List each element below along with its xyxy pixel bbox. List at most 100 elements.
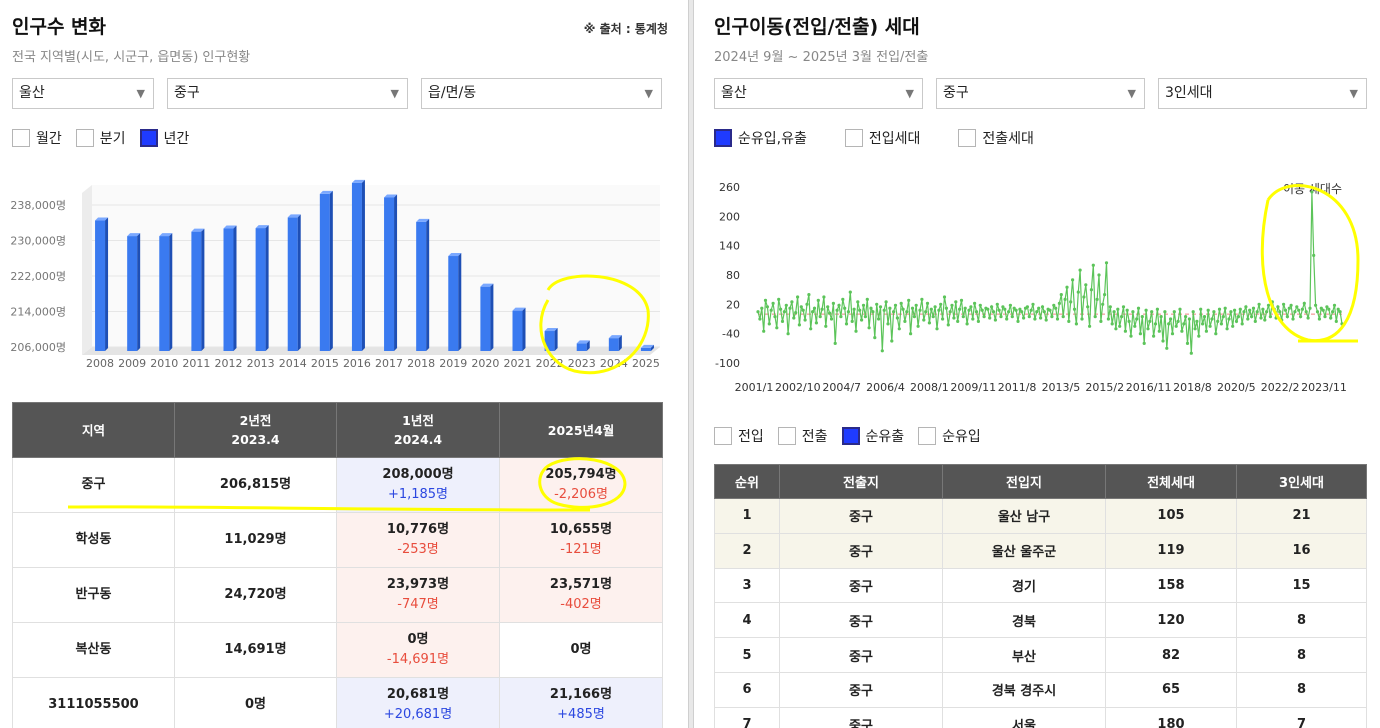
checkbox-box[interactable]: [958, 129, 977, 147]
data-point: [769, 308, 773, 312]
table-row[interactable]: 1 중구 울산 남구 105 21: [714, 498, 1367, 534]
province-select[interactable]: 울산 ▼: [12, 78, 154, 109]
bar-side: [394, 194, 398, 351]
data-point: [779, 307, 783, 311]
data-point: [1146, 327, 1150, 331]
x-tick-label: 2019: [439, 357, 467, 370]
yearly-checkbox[interactable]: 년간: [139, 128, 189, 148]
data-point: [1334, 319, 1338, 323]
data-point: [1206, 308, 1210, 312]
data-point: [1148, 319, 1152, 323]
data-point: [959, 298, 964, 302]
table-row[interactable]: 6 중구 경북 경주시 65 8: [714, 671, 1367, 708]
data-point: [1144, 308, 1148, 312]
data-point: [1112, 310, 1116, 314]
table-row[interactable]: 7 중구 서울 180 7: [714, 706, 1367, 728]
data-point: [1069, 300, 1073, 304]
data-point: [946, 323, 950, 327]
table-row[interactable]: 3 중구 경기 158 15: [714, 567, 1367, 604]
checkbox-box[interactable]: [777, 427, 796, 445]
panel-divider[interactable]: [688, 0, 694, 728]
in-household-checkbox[interactable]: 전입세대: [844, 128, 921, 148]
header-line-1: 1년전: [402, 413, 434, 428]
checkbox-label: 순유출: [865, 429, 905, 445]
checkbox-box[interactable]: [75, 129, 94, 147]
checkbox-box[interactable]: [844, 129, 863, 147]
net-flow-checkbox[interactable]: 순유입,유출: [714, 128, 807, 148]
x-tick-label: 2022: [536, 357, 564, 370]
data-point: [1042, 310, 1046, 314]
data-point: [1172, 310, 1176, 314]
total-households-cell: 180: [1105, 706, 1237, 728]
header-line-2: 2023.4: [231, 432, 280, 447]
bar: [544, 331, 555, 351]
district-select[interactable]: 중구 ▼: [936, 78, 1145, 109]
data-point: [1329, 316, 1333, 320]
one-year-cell: 0명 -14,691명: [336, 622, 500, 678]
data-point: [991, 310, 996, 314]
data-point: [995, 302, 999, 306]
data-point: [1174, 324, 1178, 328]
x-tick-label: 2015/2: [1085, 381, 1124, 394]
data-point: [852, 307, 856, 311]
table-row[interactable]: 2 중구 울산 울주군 119 16: [714, 532, 1367, 569]
household-type-select[interactable]: 3인세대 ▼: [1158, 78, 1367, 109]
checkbox-box[interactable]: [139, 129, 158, 147]
data-point: [974, 310, 979, 314]
data-point: [801, 308, 805, 312]
data-point: [1114, 327, 1118, 331]
data-point: [1040, 305, 1045, 309]
plot-area: [92, 185, 660, 347]
town-select[interactable]: 읍/면/동 ▼: [421, 78, 662, 109]
data-point: [931, 315, 935, 319]
x-tick-label: 2023: [568, 357, 596, 370]
move-out-checkbox[interactable]: 전출: [777, 426, 828, 446]
x-tick-label: 2014: [279, 357, 307, 370]
data-point: [1304, 310, 1308, 314]
data-point: [837, 303, 841, 307]
bar: [608, 338, 619, 351]
province-select[interactable]: 울산 ▼: [714, 78, 923, 109]
data-point: [1321, 308, 1325, 312]
rank-cell: 2: [714, 532, 780, 569]
data-point: [886, 322, 890, 326]
panel-title: 인구이동(전입/전출) 세대: [714, 16, 920, 38]
col-header-region: 지역: [12, 402, 175, 458]
bar-side: [105, 217, 109, 351]
x-tick-label: 2017: [375, 357, 403, 370]
checkbox-box[interactable]: [714, 427, 732, 445]
data-point: [873, 336, 877, 340]
data-point: [835, 308, 839, 312]
net-outflow-checkbox[interactable]: 순유출: [841, 426, 905, 446]
checkbox-label: 전입세대: [868, 131, 921, 147]
data-point: [933, 305, 937, 309]
data-point: [1097, 273, 1101, 277]
data-point: [1170, 332, 1175, 336]
checkbox-box[interactable]: [12, 129, 30, 147]
out-household-checkbox[interactable]: 전출세대: [958, 128, 1034, 148]
district-select[interactable]: 중구 ▼: [167, 78, 408, 109]
data-point: [1187, 317, 1191, 321]
data-point: [863, 315, 867, 319]
data-point: [1106, 317, 1110, 321]
move-in-checkbox[interactable]: 전입: [714, 426, 764, 446]
checkbox-box[interactable]: [918, 427, 937, 445]
checkbox-box[interactable]: [841, 427, 860, 445]
data-point: [918, 308, 922, 312]
data-point: [1265, 310, 1269, 314]
destination-cell: 경북 경주시: [942, 671, 1106, 708]
data-point: [1039, 316, 1043, 320]
data-point: [826, 305, 830, 309]
monthly-checkbox[interactable]: 월간: [12, 128, 62, 148]
checkbox-box[interactable]: [714, 129, 732, 147]
now-cell: 21,166명 +485명: [499, 677, 663, 728]
data-point: [952, 316, 956, 320]
data-point: [1127, 319, 1131, 323]
quarterly-checkbox[interactable]: 분기: [75, 128, 126, 148]
data-point: [965, 322, 969, 326]
table-row[interactable]: 4 중구 경북 120 8: [714, 602, 1367, 639]
data-point: [1161, 339, 1165, 343]
table-row[interactable]: 5 중구 부산 82 8: [714, 637, 1367, 673]
net-inflow-checkbox[interactable]: 순유입: [918, 426, 981, 446]
data-point: [1152, 334, 1156, 338]
